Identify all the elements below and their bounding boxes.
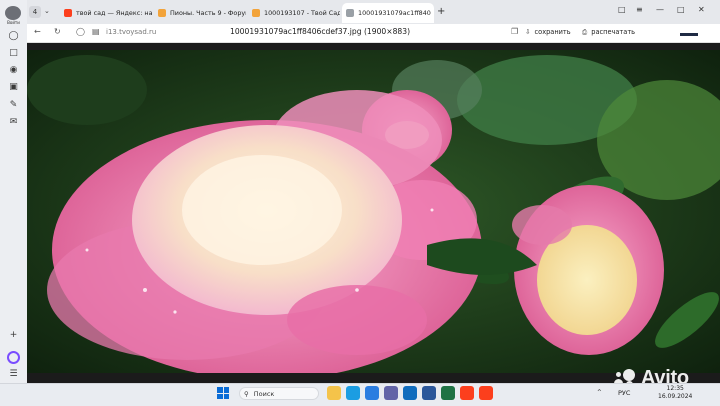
taskbar <box>0 383 720 406</box>
games-icon[interactable]: ▣ <box>8 81 19 92</box>
image-favicon-icon <box>346 9 354 17</box>
print-button[interactable]: ⎙ распечатать <box>582 26 635 38</box>
mail-app-icon[interactable] <box>403 386 417 400</box>
minimize-icon[interactable]: — <box>656 5 664 14</box>
notes-icon[interactable]: ✎ <box>8 99 19 110</box>
file-explorer-icon[interactable] <box>327 386 341 400</box>
clock-date: 16.09.2024 <box>658 393 693 400</box>
download-icon: ⇩ <box>525 28 531 36</box>
bell-icon[interactable]: ◯ <box>8 30 19 41</box>
panel-toggle[interactable] <box>680 33 698 36</box>
printer-icon: ⎙ <box>582 27 588 36</box>
tray-chevron-icon[interactable]: ⌃ <box>596 388 603 397</box>
url-domain[interactable]: i13.tvoysad.ru <box>106 28 156 36</box>
yandex-browser-icon[interactable] <box>460 386 474 400</box>
alice-assistant-icon[interactable] <box>7 351 20 364</box>
lock-icon[interactable]: ▤ <box>92 27 100 36</box>
close-tab-icon[interactable]: × <box>431 9 434 17</box>
start-windows-icon[interactable] <box>217 387 229 399</box>
site-favicon-icon <box>158 9 166 17</box>
music-icon[interactable]: ◉ <box>8 64 19 75</box>
site-favicon-icon <box>252 9 260 17</box>
page-title[interactable]: 10001931079ac1ff8406cdef37.jpg (1900×883… <box>230 27 410 36</box>
print-label: распечатать <box>591 28 636 36</box>
tab-label: 1000193107 - Твой Сад Х <box>264 9 340 17</box>
back-arrow-icon[interactable]: ← <box>34 27 41 36</box>
copy-link-icon[interactable]: ❐ <box>511 27 518 36</box>
taskbar-search[interactable]: ⚲ Поиск <box>239 387 319 400</box>
new-tab-button[interactable]: + <box>437 6 445 17</box>
yandex-favicon-icon <box>64 9 72 17</box>
chevron-down-icon[interactable]: ⌄ <box>44 7 50 15</box>
clock-time: 12:35 <box>666 385 684 392</box>
tab-label: Пионы. Часть 9 - Форум <box>170 9 246 17</box>
search-icon: ⚲ <box>244 389 249 398</box>
tab-label: 10001931079ac1ff840 <box>358 9 431 17</box>
add-panel-icon[interactable]: + <box>8 329 19 340</box>
store-icon[interactable] <box>365 386 379 400</box>
language-indicator[interactable]: РУС <box>618 389 630 397</box>
collections-icon[interactable]: □ <box>8 47 19 58</box>
refresh-icon[interactable]: ↻ <box>54 27 61 36</box>
excel-icon[interactable] <box>441 386 455 400</box>
save-label: сохранить <box>534 28 571 36</box>
teams-icon[interactable] <box>384 386 398 400</box>
taskbar-clock[interactable]: 12:35 16.09.2024 <box>658 385 692 401</box>
mail-icon[interactable]: ✉ <box>8 116 19 127</box>
tab-tvoysad[interactable]: 1000193107 - Твой Сад Х <box>248 3 340 23</box>
close-window-icon[interactable]: ✕ <box>698 5 705 14</box>
profile-avatar[interactable] <box>5 6 21 20</box>
tab-image-active[interactable]: 10001931079ac1ff840 × <box>342 3 434 23</box>
word-icon[interactable] <box>422 386 436 400</box>
bookmarks-icon[interactable]: □ <box>618 5 626 14</box>
yandex-icon[interactable] <box>479 386 493 400</box>
tab-label: твой сад — Яндекс: нашл <box>76 9 152 17</box>
protect-icon[interactable]: ◯ <box>76 27 85 36</box>
restore-icon[interactable]: □ <box>677 5 685 14</box>
tab-count-badge[interactable]: 4 <box>29 6 41 18</box>
profile-login-label[interactable]: Войти <box>0 20 27 25</box>
tab-forum[interactable]: Пионы. Часть 9 - Форум <box>154 3 246 23</box>
edge-icon[interactable] <box>346 386 360 400</box>
tab-yandex-search[interactable]: твой сад — Яндекс: нашл <box>60 3 152 23</box>
save-button[interactable]: ⇩ сохранить <box>525 26 571 38</box>
menu-icon[interactable]: ≡ <box>636 5 643 14</box>
search-placeholder: Поиск <box>253 389 275 398</box>
peony-photo[interactable] <box>27 50 720 373</box>
sidebar-settings-icon[interactable]: ☰ <box>8 368 19 379</box>
